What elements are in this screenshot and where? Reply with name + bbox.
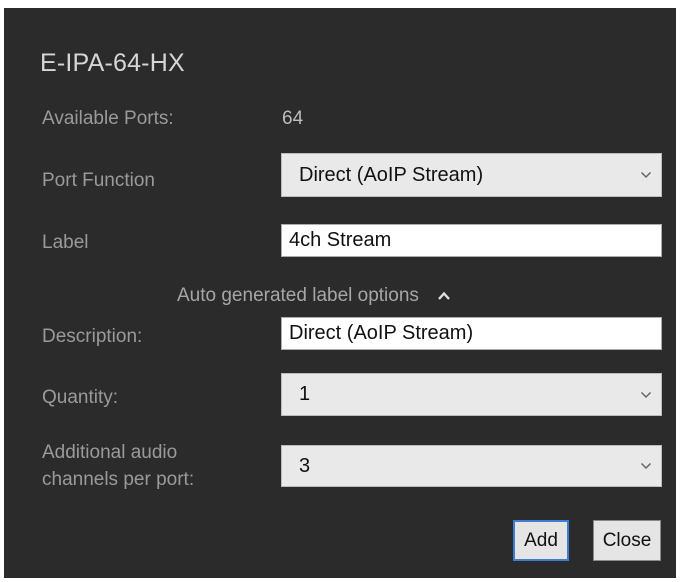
chevron-up-icon: [437, 285, 451, 307]
additional-channels-label-line2: channels per port:: [42, 469, 195, 490]
port-function-label: Port Function: [42, 170, 155, 191]
quantity-label: Quantity:: [42, 387, 119, 408]
chevron-down-icon: [631, 154, 661, 196]
description-label: Description:: [42, 326, 143, 347]
additional-channels-dropdown[interactable]: 3: [281, 445, 662, 487]
port-function-value: Direct (AoIP Stream): [299, 163, 484, 186]
available-ports-value: 64: [282, 108, 304, 129]
add-port-dialog: E-IPA-64-HX Available Ports: 64 Port Fun…: [4, 8, 676, 578]
dialog-title: E-IPA-64-HX: [40, 49, 185, 77]
label-input[interactable]: [281, 224, 662, 257]
additional-channels-label-line1: Additional audio: [42, 442, 178, 463]
additional-channels-value: 3: [299, 454, 311, 477]
auto-label-options-toggle[interactable]: Auto generated label options: [177, 285, 451, 307]
available-ports-label: Available Ports:: [42, 108, 174, 129]
chevron-down-icon: [631, 374, 661, 415]
quantity-dropdown[interactable]: 1: [281, 373, 662, 416]
port-function-dropdown[interactable]: Direct (AoIP Stream): [281, 153, 662, 197]
additional-channels-label: Additional audio channels per port:: [42, 442, 194, 491]
close-button[interactable]: Close: [593, 520, 661, 561]
label-field-label: Label: [42, 232, 89, 253]
chevron-down-icon: [631, 446, 661, 486]
auto-label-options-text: Auto generated label options: [177, 285, 419, 306]
quantity-value: 1: [299, 383, 311, 405]
description-input[interactable]: [281, 317, 662, 350]
add-button[interactable]: Add: [513, 520, 569, 561]
